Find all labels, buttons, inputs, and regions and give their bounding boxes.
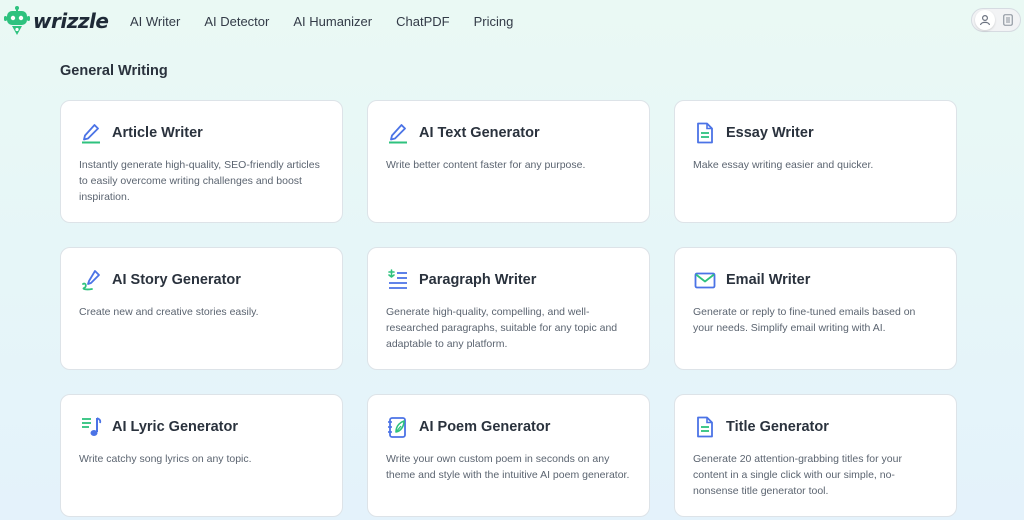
card-title: AI Lyric Generator — [112, 419, 238, 435]
card-title: Article Writer — [112, 125, 203, 141]
menu-list-icon[interactable] — [999, 10, 1017, 30]
card-ai-text-generator[interactable]: AI Text Generator Write better content f… — [367, 100, 650, 223]
card-description: Generate 20 attention-grabbing titles fo… — [693, 453, 902, 497]
card-ai-story-generator[interactable]: AI Story Generator Create new and creati… — [60, 247, 343, 370]
top-navigation-bar: wrizzle AI Writer AI Detector AI Humaniz… — [0, 0, 1024, 42]
card-description: Instantly generate high-quality, SEO-fri… — [79, 159, 320, 203]
card-description: Generate or reply to fine-tuned emails b… — [693, 306, 916, 334]
robot-logo-icon — [4, 6, 30, 36]
card-title-generator[interactable]: Title Generator Generate 20 attention-gr… — [674, 394, 957, 517]
quill-scribble-icon — [79, 268, 103, 292]
brand-logo[interactable]: wrizzle — [4, 5, 109, 37]
card-essay-writer[interactable]: Essay Writer Make essay writing easier a… — [674, 100, 957, 223]
main-nav: AI Writer AI Detector AI Humanizer ChatP… — [130, 0, 537, 42]
nav-pricing[interactable]: Pricing — [474, 14, 514, 29]
card-title: AI Story Generator — [112, 272, 241, 288]
card-description: Make essay writing easier and quicker. — [693, 159, 874, 171]
user-icon[interactable] — [975, 10, 995, 30]
paragraph-lines-icon — [386, 268, 410, 292]
brand-name: wrizzle — [33, 9, 109, 33]
nav-chatpdf[interactable]: ChatPDF — [396, 14, 449, 29]
envelope-icon — [693, 268, 717, 292]
card-title: Title Generator — [726, 419, 829, 435]
pencil-icon — [79, 121, 103, 145]
nav-ai-writer[interactable]: AI Writer — [130, 14, 180, 29]
user-menu-toggle[interactable] — [971, 8, 1021, 32]
card-paragraph-writer[interactable]: Paragraph Writer Generate high-quality, … — [367, 247, 650, 370]
tool-card-grid: Article Writer Instantly generate high-q… — [60, 100, 957, 517]
card-article-writer[interactable]: Article Writer Instantly generate high-q… — [60, 100, 343, 223]
card-title: AI Text Generator — [419, 125, 540, 141]
card-title: Essay Writer — [726, 125, 814, 141]
card-description: Write better content faster for any purp… — [386, 159, 586, 171]
section-title: General Writing — [60, 63, 168, 79]
card-ai-poem-generator[interactable]: AI Poem Generator Write your own custom … — [367, 394, 650, 517]
notebook-leaf-icon — [386, 415, 410, 439]
music-note-list-icon — [79, 415, 103, 439]
card-description: Generate high-quality, compelling, and w… — [386, 306, 618, 350]
nav-ai-detector[interactable]: AI Detector — [204, 14, 269, 29]
nav-ai-humanizer[interactable]: AI Humanizer — [293, 14, 372, 29]
card-email-writer[interactable]: Email Writer Generate or reply to fine-t… — [674, 247, 957, 370]
document-icon — [693, 121, 717, 145]
pencil-icon — [386, 121, 410, 145]
card-description: Create new and creative stories easily. — [79, 306, 259, 318]
card-title: AI Poem Generator — [419, 419, 551, 435]
card-title: Paragraph Writer — [419, 272, 537, 288]
card-description: Write your own custom poem in seconds on… — [386, 453, 630, 481]
card-ai-lyric-generator[interactable]: AI Lyric Generator Write catchy song lyr… — [60, 394, 343, 517]
card-description: Write catchy song lyrics on any topic. — [79, 453, 252, 465]
card-title: Email Writer — [726, 272, 811, 288]
document-icon — [693, 415, 717, 439]
